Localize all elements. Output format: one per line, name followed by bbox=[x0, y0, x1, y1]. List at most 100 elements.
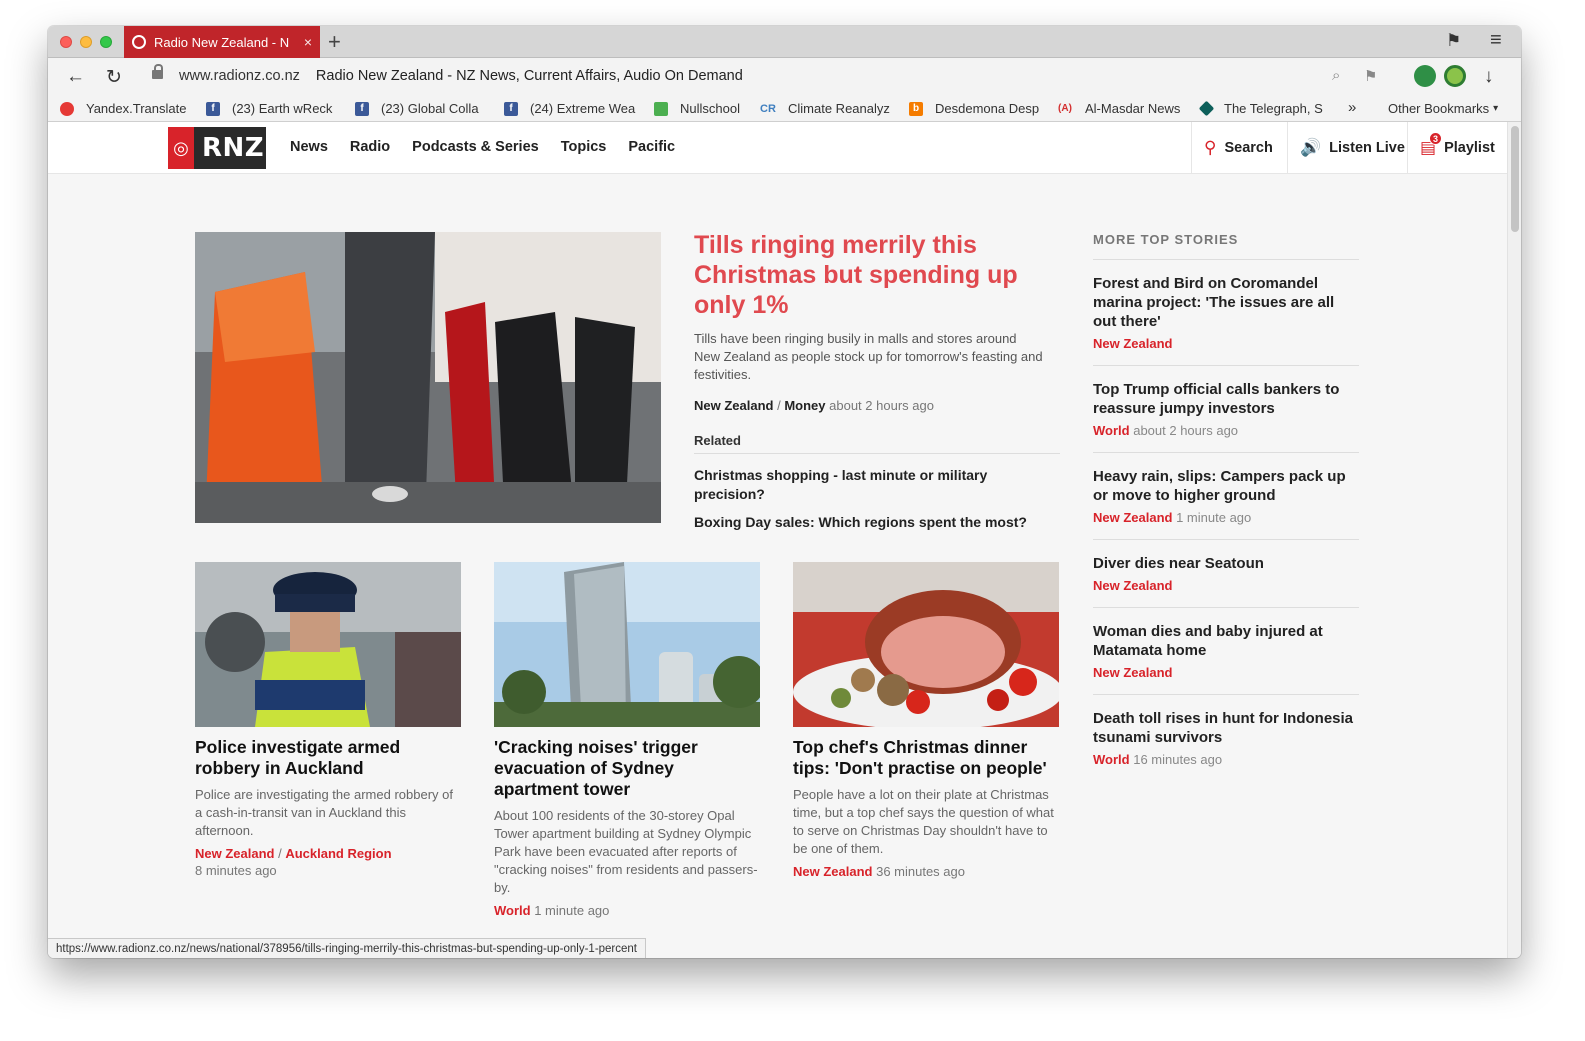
facebook-icon: f bbox=[355, 101, 369, 116]
nav-news[interactable]: News bbox=[290, 139, 328, 155]
bookmark-page-icon[interactable]: ⚑ bbox=[1364, 67, 1377, 85]
other-bookmarks[interactable]: Other Bookmarks ▾ bbox=[1388, 101, 1498, 116]
bookmark-item[interactable]: f (23) Global Colla bbox=[355, 101, 491, 116]
story-card: Top chef's Christmas dinner tips: 'Don't… bbox=[793, 562, 1059, 880]
bookmark-item[interactable]: f (23) Earth wReck bbox=[206, 101, 342, 116]
rnz-favicon-icon bbox=[132, 35, 146, 49]
bookmark-item[interactable]: CR Climate Reanalyz bbox=[760, 101, 896, 116]
download-icon[interactable]: ↓ bbox=[1484, 66, 1494, 88]
tag-link[interactable]: New Zealand bbox=[1093, 336, 1172, 351]
maximize-window-button[interactable] bbox=[100, 36, 112, 48]
related-label: Related bbox=[694, 433, 741, 448]
lock-icon bbox=[152, 64, 163, 81]
browser-window: Radio New Zealand - N × + ⚑ ≡ ← ↻ www.ra… bbox=[48, 26, 1521, 958]
timestamp: 1 minute ago bbox=[1176, 510, 1252, 525]
shield-extension-icon[interactable] bbox=[1414, 65, 1436, 87]
telegraph-icon bbox=[1198, 100, 1215, 117]
story-image[interactable] bbox=[494, 562, 760, 727]
hero-summary: Tills have been ringing busily in malls … bbox=[694, 331, 1043, 382]
active-tab[interactable]: Radio New Zealand - N × bbox=[124, 26, 320, 58]
tag-link[interactable]: New Zealand bbox=[1093, 665, 1172, 680]
story-headline[interactable]: Police investigate armed robbery in Auck… bbox=[195, 737, 461, 779]
tag-link[interactable]: World bbox=[494, 903, 531, 918]
nullschool-icon bbox=[654, 101, 668, 116]
tag-link[interactable]: World bbox=[1093, 752, 1130, 767]
sidebar-story[interactable]: Forest and Bird on Coromandel marina pro… bbox=[1093, 260, 1359, 366]
tag-link[interactable]: Money bbox=[784, 398, 825, 413]
tab-close-icon[interactable]: × bbox=[304, 34, 312, 50]
playlist-count-badge: 3 bbox=[1429, 132, 1442, 145]
blogger-icon: b bbox=[909, 101, 923, 116]
bookmark-item[interactable]: Yandex.Translate bbox=[60, 101, 194, 116]
sidebar-story[interactable]: Heavy rain, slips: Campers pack up or mo… bbox=[1093, 453, 1359, 540]
hero-headline[interactable]: Tills ringing merrily this Christmas but… bbox=[694, 230, 1044, 320]
vertical-scrollbar[interactable] bbox=[1507, 122, 1521, 958]
bookmark-item[interactable]: The Telegraph, S bbox=[1198, 100, 1331, 117]
search-page-icon[interactable]: ⌕ bbox=[1332, 67, 1340, 84]
bookmark-item[interactable]: b Desdemona Desp bbox=[909, 101, 1043, 116]
yandex-translate-icon bbox=[60, 101, 74, 116]
timestamp: 36 minutes ago bbox=[876, 864, 965, 879]
bookmark-manager-icon[interactable]: ⚑ bbox=[1446, 31, 1461, 51]
sidebar-story[interactable]: Top Trump official calls bankers to reas… bbox=[1093, 366, 1359, 453]
nav-pacific[interactable]: Pacific bbox=[628, 139, 675, 155]
facebook-icon: f bbox=[206, 101, 220, 116]
url-page-title: Radio New Zealand - NZ News, Current Aff… bbox=[315, 68, 743, 84]
related-link[interactable]: Boxing Day sales: Which regions spent th… bbox=[694, 513, 1044, 532]
bookmark-item[interactable]: (A) Al-Masdar News bbox=[1057, 101, 1189, 116]
playlist-button[interactable]: ▤ 3 Playlist bbox=[1407, 122, 1507, 174]
story-headline[interactable]: 'Cracking noises' trigger evacuation of … bbox=[494, 737, 760, 800]
cr-icon: CR bbox=[760, 102, 776, 115]
tag-link[interactable]: New Zealand bbox=[195, 846, 274, 861]
search-button[interactable]: ⚲ Search bbox=[1191, 122, 1287, 174]
timestamp: about 2 hours ago bbox=[1133, 423, 1239, 438]
tab-bar: Radio New Zealand - N × + ⚑ ≡ bbox=[48, 26, 1521, 58]
bookmark-item[interactable]: Nullschool bbox=[654, 101, 750, 116]
back-icon[interactable]: ← bbox=[66, 66, 85, 88]
story-meta: New Zealand / Auckland Region 8 minutes … bbox=[195, 846, 392, 878]
related-link[interactable]: Christmas shopping - last minute or mili… bbox=[694, 466, 1044, 504]
hero-meta: New Zealand / Money about 2 hours ago bbox=[694, 398, 934, 413]
nav-podcasts-series[interactable]: Podcasts & Series bbox=[412, 139, 539, 155]
tag-link[interactable]: New Zealand bbox=[1093, 578, 1172, 593]
url-field[interactable]: www.radionz.co.nz Radio New Zealand - NZ… bbox=[179, 68, 743, 84]
bookmark-item[interactable]: f (24) Extreme Wea bbox=[504, 101, 638, 116]
hero-image[interactable] bbox=[195, 232, 661, 523]
timestamp: about 2 hours ago bbox=[829, 398, 934, 413]
sidebar-story[interactable]: Woman dies and baby injured at Matamata … bbox=[1093, 608, 1359, 695]
minimize-window-button[interactable] bbox=[80, 36, 92, 48]
rnz-logo[interactable]: ◎ RNZ bbox=[168, 127, 266, 169]
sync-extension-icon[interactable] bbox=[1444, 65, 1466, 87]
search-icon: ⚲ bbox=[1204, 138, 1217, 157]
close-window-button[interactable] bbox=[60, 36, 72, 48]
webpage: ◎ RNZ News Radio Podcasts & Series Topic… bbox=[48, 122, 1507, 958]
story-meta: World 1 minute ago bbox=[494, 902, 760, 919]
url-domain: www.radionz.co.nz bbox=[179, 68, 300, 84]
bookmarks-bar: Yandex.Translate f (23) Earth wReck f (2… bbox=[48, 96, 1521, 122]
listen-live-button[interactable]: 🔊 Listen Live bbox=[1287, 122, 1407, 174]
story-image[interactable] bbox=[195, 562, 461, 727]
new-tab-button[interactable]: + bbox=[328, 29, 341, 55]
reload-icon[interactable]: ↻ bbox=[106, 66, 122, 89]
sidebar-story[interactable]: Death toll rises in hunt for Indonesia t… bbox=[1093, 695, 1359, 781]
tag-link[interactable]: New Zealand bbox=[1093, 510, 1172, 525]
timestamp: 16 minutes ago bbox=[1133, 752, 1223, 767]
nav-radio[interactable]: Radio bbox=[350, 139, 390, 155]
caret-down-icon: ▾ bbox=[1493, 103, 1499, 114]
story-meta: New Zealand 36 minutes ago bbox=[793, 863, 1059, 880]
story-headline[interactable]: Top chef's Christmas dinner tips: 'Don't… bbox=[793, 737, 1059, 779]
tag-link[interactable]: New Zealand bbox=[793, 864, 872, 879]
sidebar-story[interactable]: Diver dies near Seatoun New Zealand bbox=[1093, 540, 1359, 608]
story-summary: Police are investigating the armed robbe… bbox=[195, 787, 453, 838]
nav-topics[interactable]: Topics bbox=[561, 139, 607, 155]
more-bookmarks-icon[interactable]: » bbox=[1348, 99, 1356, 116]
story-image[interactable] bbox=[793, 562, 1059, 727]
rnz-logo-mark-icon: ◎ bbox=[168, 127, 194, 169]
tag-link[interactable]: Auckland Region bbox=[285, 846, 391, 861]
tag-link[interactable]: New Zealand bbox=[694, 398, 773, 413]
scroll-thumb[interactable] bbox=[1511, 126, 1519, 232]
story-card: 'Cracking noises' trigger evacuation of … bbox=[494, 562, 760, 919]
menu-icon[interactable]: ≡ bbox=[1490, 29, 1502, 52]
tag-link[interactable]: World bbox=[1093, 423, 1130, 438]
more-top-stories: MORE TOP STORIES Forest and Bird on Coro… bbox=[1093, 232, 1359, 781]
